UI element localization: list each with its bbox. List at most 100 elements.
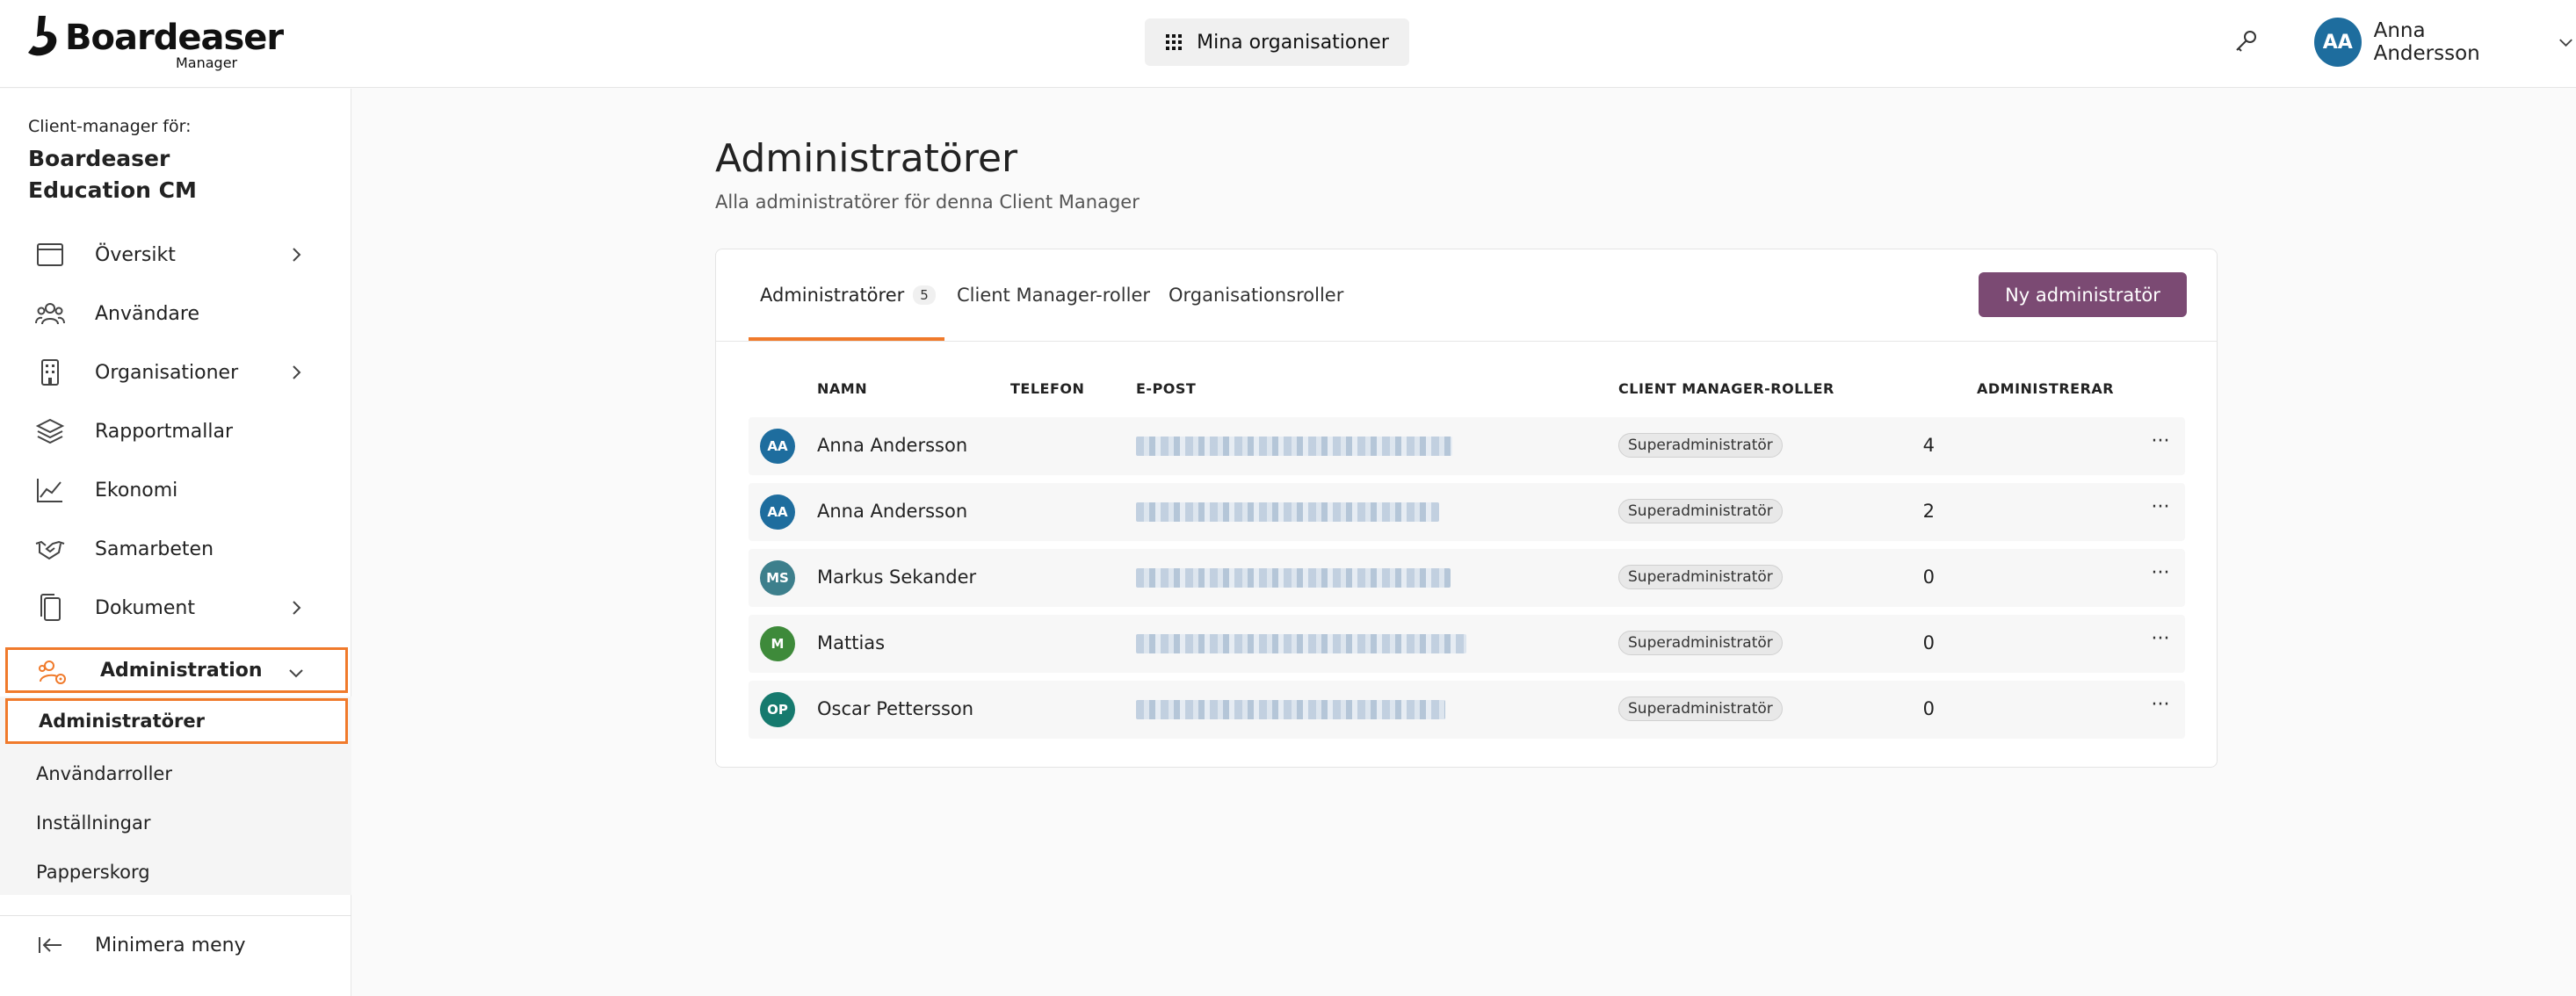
avatar: OP xyxy=(760,692,795,727)
redacted-email xyxy=(1136,568,1451,588)
tab-bar: Administratörer 5 Client Manager-roller … xyxy=(716,249,2217,342)
more-options-icon[interactable]: ··· xyxy=(2147,627,2174,659)
documents-icon xyxy=(40,594,61,621)
administrators-card: Administratörer 5 Client Manager-roller … xyxy=(715,249,2218,768)
sidebar-item-ekonomi[interactable]: Ekonomi xyxy=(0,464,351,516)
submenu-item-installningar[interactable]: Inställningar xyxy=(0,800,351,846)
role-badge: Superadministratör xyxy=(1618,565,1783,589)
client-manager-name: Boardeaser Education CM xyxy=(28,146,197,203)
count-badge: 5 xyxy=(913,285,936,305)
building-icon xyxy=(41,359,59,386)
column-header-roles[interactable]: CLIENT MANAGER-ROLLER xyxy=(1618,380,1834,397)
submenu-item-administratorer[interactable]: Administratörer xyxy=(5,698,348,744)
page-title: Administratörer xyxy=(715,136,1018,181)
sidebar-item-label: Samarbeten xyxy=(95,538,214,560)
new-administrator-button[interactable]: Ny administratör xyxy=(1979,272,2187,317)
avatar: AA xyxy=(760,494,795,530)
logo-subtitle: Manager xyxy=(176,54,238,71)
sidebar-item-organisationer[interactable]: Organisationer xyxy=(0,346,351,399)
tab-label: Client Manager-roller xyxy=(957,285,1150,306)
table-row[interactable]: OP Oscar Pettersson Superadministratör 0… xyxy=(749,681,2185,739)
chevron-right-icon xyxy=(293,248,301,262)
sidebar-item-rapportmallar[interactable]: Rapportmallar xyxy=(0,405,351,458)
role-badge: Superadministratör xyxy=(1618,433,1783,458)
tab-label: Organisationsroller xyxy=(1169,285,1344,306)
admin-name: Markus Sekander xyxy=(817,567,977,588)
page-subtitle: Alla administratörer för denna Client Ma… xyxy=(715,191,1140,213)
administers-count: 4 xyxy=(1922,435,1935,456)
column-header-phone[interactable]: TELEFON xyxy=(1010,380,1084,397)
role-badge: Superadministratör xyxy=(1618,499,1783,523)
active-tab-indicator xyxy=(749,337,944,341)
minimize-menu-label: Minimera meny xyxy=(95,934,246,956)
chevron-down-icon xyxy=(289,669,303,678)
table-row[interactable]: AA Anna Andersson Superadministratör 2 ·… xyxy=(749,483,2185,541)
admin-name: Oscar Pettersson xyxy=(817,698,974,719)
redacted-email xyxy=(1136,700,1445,719)
sidebar: Client-manager för: Boardeaser Education… xyxy=(0,89,351,996)
chevron-down-icon xyxy=(2559,39,2572,47)
sidebar-item-samarbeten[interactable]: Samarbeten xyxy=(0,523,351,575)
table-row[interactable]: MS Markus Sekander Superadministratör 0 … xyxy=(749,549,2185,607)
tab-client-manager-roller[interactable]: Client Manager-roller xyxy=(957,285,1150,306)
grid-icon xyxy=(1166,34,1183,50)
admin-users-icon xyxy=(39,660,66,684)
admin-name: Anna Andersson xyxy=(817,501,968,522)
handshake-icon xyxy=(35,540,65,560)
administers-count: 0 xyxy=(1922,698,1935,719)
layers-icon xyxy=(35,418,65,444)
avatar: MS xyxy=(760,560,795,595)
sidebar-item-administration[interactable]: Administration xyxy=(5,647,348,693)
sidebar-item-label: Dokument xyxy=(95,596,195,619)
calendar-icon xyxy=(37,243,63,266)
redacted-email xyxy=(1136,634,1466,653)
column-header-email[interactable]: E-POST xyxy=(1136,380,1196,397)
role-badge: Superadministratör xyxy=(1618,631,1783,655)
admin-name: Mattias xyxy=(817,632,886,653)
line-chart-icon xyxy=(37,479,62,502)
top-bar: Boardeaser Manager Mina organisationer A… xyxy=(0,0,2576,88)
client-manager-label: Client-manager för: xyxy=(28,117,192,136)
user-menu[interactable]: AA Anna Andersson xyxy=(2314,18,2576,67)
submenu-item-papperskorg[interactable]: Papperskorg xyxy=(0,849,351,895)
minimize-menu-button[interactable]: Minimera meny xyxy=(0,919,351,971)
more-options-icon[interactable]: ··· xyxy=(2147,561,2174,593)
sidebar-divider xyxy=(0,915,351,916)
user-name: Anna Andersson xyxy=(2373,19,2480,65)
more-options-icon[interactable]: ··· xyxy=(2147,693,2174,725)
tab-organisationsroller[interactable]: Organisationsroller xyxy=(1169,285,1343,306)
role-badge: Superadministratör xyxy=(1618,696,1783,721)
table-row[interactable]: AA Anna Andersson Superadministratör 4 ·… xyxy=(749,417,2185,475)
sidebar-item-anvandare[interactable]: Användare xyxy=(0,287,351,340)
collapse-left-icon xyxy=(39,937,62,953)
user-avatar: AA xyxy=(2314,18,2362,67)
more-options-icon[interactable]: ··· xyxy=(2147,495,2174,527)
sidebar-item-oversikt[interactable]: Översikt xyxy=(0,228,351,281)
sidebar-item-label: Översikt xyxy=(95,243,176,266)
administers-count: 0 xyxy=(1922,632,1935,653)
column-header-name[interactable]: NAMN xyxy=(817,380,867,397)
avatar: AA xyxy=(760,429,795,464)
more-options-icon[interactable]: ··· xyxy=(2147,429,2174,461)
admin-name: Anna Andersson xyxy=(817,435,968,456)
redacted-email xyxy=(1136,502,1439,522)
administers-count: 0 xyxy=(1922,567,1935,588)
administration-submenu: Administratörer Användarroller Inställni… xyxy=(0,696,351,895)
tab-administratorer[interactable]: Administratörer 5 xyxy=(760,285,936,306)
column-header-administers[interactable]: ADMINISTRERAR xyxy=(1977,380,2114,397)
boardeaser-logo[interactable]: Boardeaser Manager xyxy=(26,14,284,71)
key-icon[interactable] xyxy=(2230,26,2261,58)
logo-text: Boardeaser xyxy=(65,18,284,58)
administers-count: 2 xyxy=(1922,501,1935,522)
table-row[interactable]: M Mattias Superadministratör 0 ··· xyxy=(749,615,2185,673)
sidebar-item-label: Administration xyxy=(100,659,263,682)
avatar: M xyxy=(760,626,795,661)
chevron-right-icon xyxy=(293,365,301,379)
sidebar-item-dokument[interactable]: Dokument xyxy=(0,581,351,634)
submenu-item-anvandarroller[interactable]: Användarroller xyxy=(0,751,351,797)
my-organisations-button[interactable]: Mina organisationer xyxy=(1145,18,1409,66)
users-icon xyxy=(35,303,65,325)
sidebar-item-label: Ekonomi xyxy=(95,479,178,502)
sidebar-item-label: Organisationer xyxy=(95,361,239,384)
redacted-email xyxy=(1136,437,1452,456)
